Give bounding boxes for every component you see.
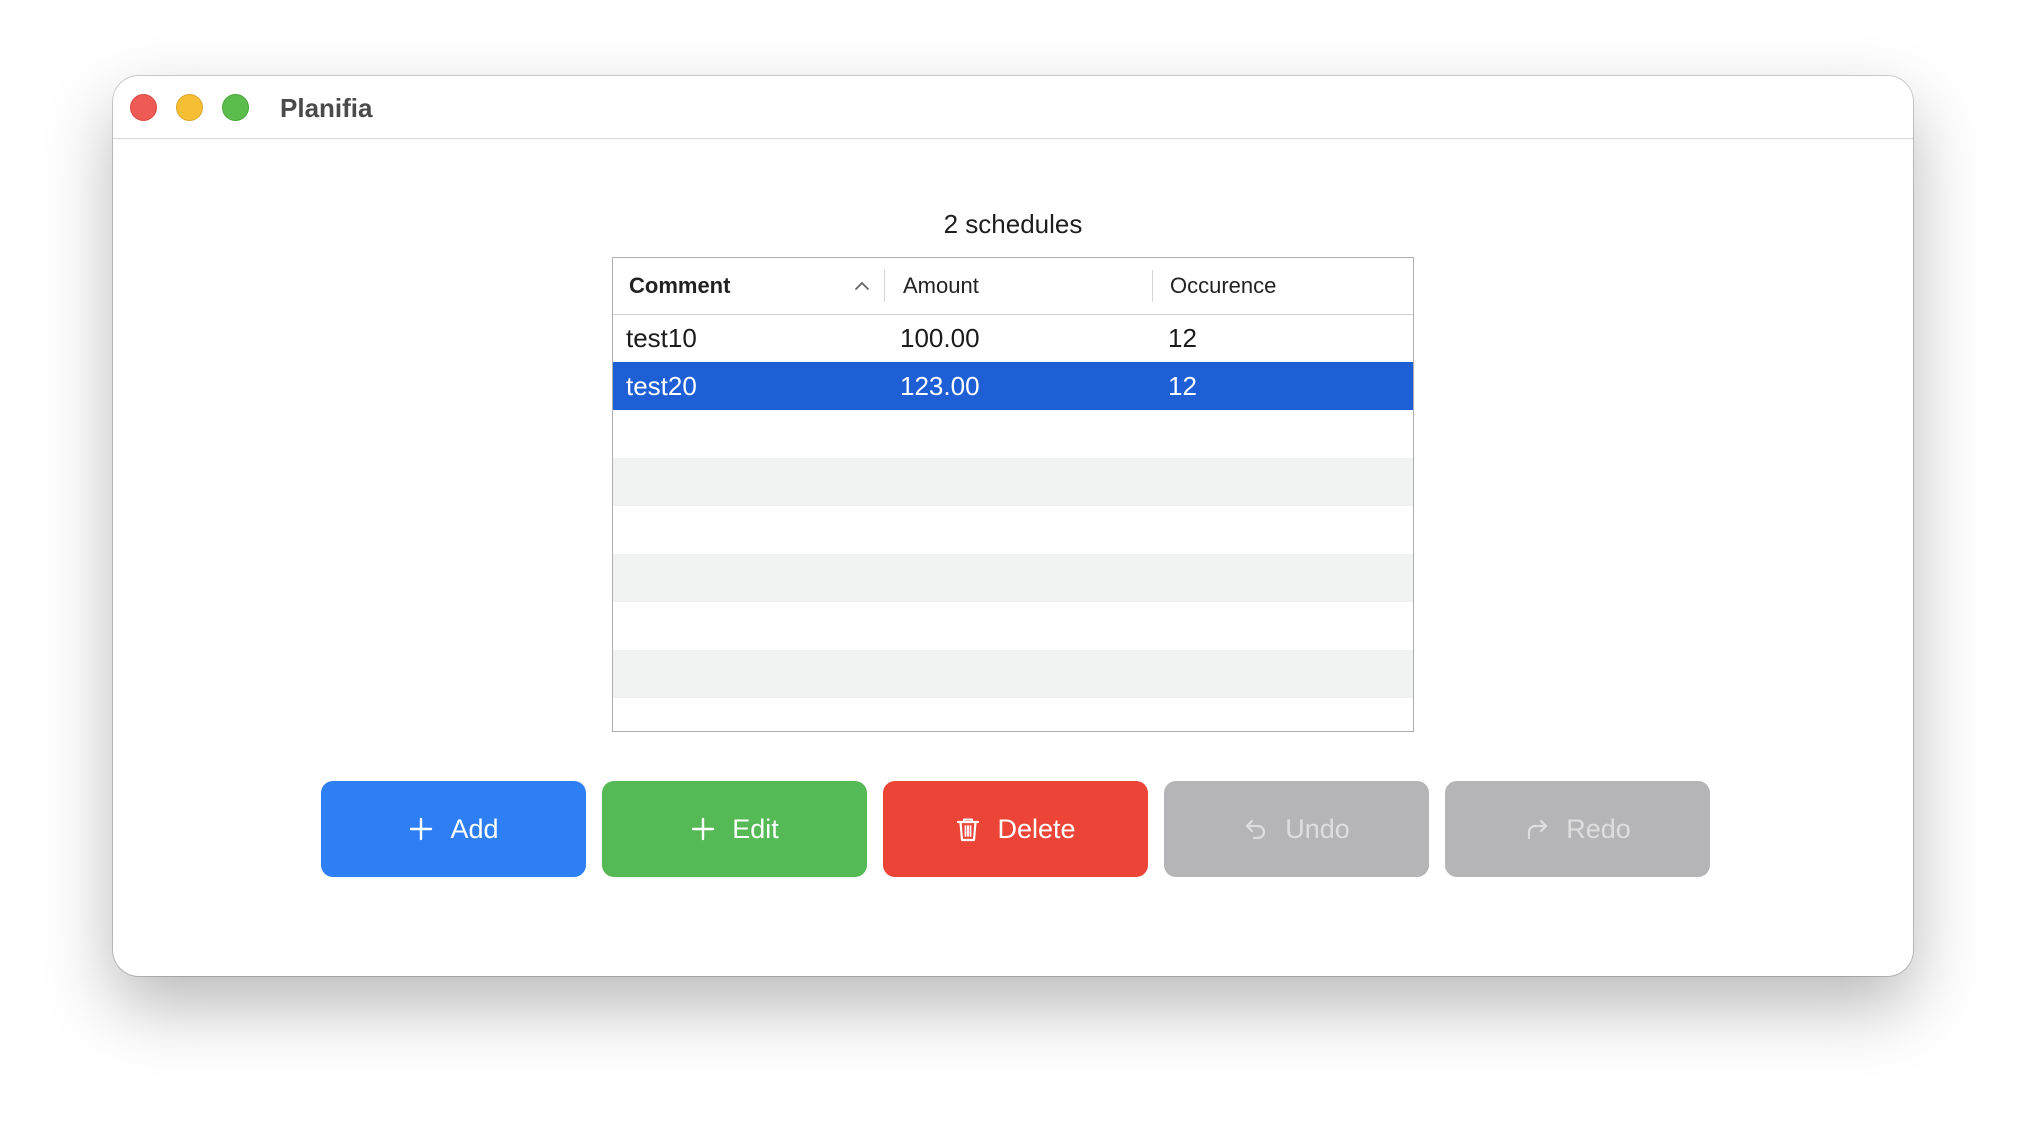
edit-button[interactable]: Edit: [602, 781, 867, 877]
empty-row: [613, 506, 1413, 554]
column-header-label: Comment: [629, 273, 731, 298]
empty-row: [613, 650, 1413, 698]
edit-button-label: Edit: [732, 813, 779, 844]
column-divider[interactable]: [1152, 270, 1153, 302]
undo-button[interactable]: Undo: [1164, 781, 1429, 877]
redo-arrow-icon: [1528, 819, 1548, 840]
empty-row: [613, 554, 1413, 602]
table-row-selected[interactable]: test20 123.00 12: [613, 362, 1413, 410]
column-header-occurence[interactable]: Occurence: [1170, 258, 1410, 314]
app-window: Planifia 2 schedules Comment Amount Occu…: [113, 76, 1913, 976]
cell-amount: 123.00: [900, 371, 980, 401]
empty-row: [613, 458, 1413, 506]
column-header-amount[interactable]: Amount: [903, 258, 1143, 314]
empty-row: [613, 410, 1413, 458]
undo-arrow-icon: [1246, 819, 1266, 840]
column-divider[interactable]: [884, 270, 885, 302]
sort-ascending-icon[interactable]: [853, 277, 871, 295]
add-button[interactable]: Add: [321, 781, 586, 877]
cell-occurence: 12: [1168, 323, 1197, 353]
table-row[interactable]: test10 100.00 12: [613, 314, 1413, 362]
title-bar[interactable]: Planifia: [113, 76, 1913, 139]
delete-button[interactable]: Delete: [883, 781, 1148, 877]
table-header: Comment Amount Occurence: [613, 258, 1413, 315]
column-header-label: Amount: [903, 273, 979, 298]
trash-icon: [957, 818, 980, 842]
cell-amount: 100.00: [900, 323, 980, 353]
zoom-window-button[interactable]: [222, 94, 249, 121]
desktop-background: Planifia 2 schedules Comment Amount Occu…: [0, 0, 2024, 1124]
cell-occurence: 12: [1168, 371, 1197, 401]
minimize-window-button[interactable]: [176, 94, 203, 121]
cell-comment: test20: [626, 371, 697, 401]
cell-comment: test10: [626, 323, 697, 353]
window-title: Planifia: [280, 93, 373, 123]
redo-button-label: Redo: [1566, 813, 1631, 844]
redo-button[interactable]: Redo: [1445, 781, 1710, 877]
plus-icon: [410, 817, 433, 841]
schedules-table[interactable]: Comment Amount Occurence test10 100.00 1…: [612, 257, 1414, 732]
add-button-label: Add: [450, 813, 499, 844]
empty-row: [613, 698, 1413, 731]
plus-icon: [692, 817, 715, 841]
close-window-button[interactable]: [130, 94, 157, 121]
column-header-label: Occurence: [1170, 273, 1277, 298]
column-header-comment[interactable]: Comment: [629, 258, 879, 314]
schedule-count-label: 2 schedules: [943, 209, 1083, 239]
delete-button-label: Delete: [997, 813, 1076, 844]
undo-button-label: Undo: [1285, 813, 1350, 844]
empty-row: [613, 602, 1413, 650]
